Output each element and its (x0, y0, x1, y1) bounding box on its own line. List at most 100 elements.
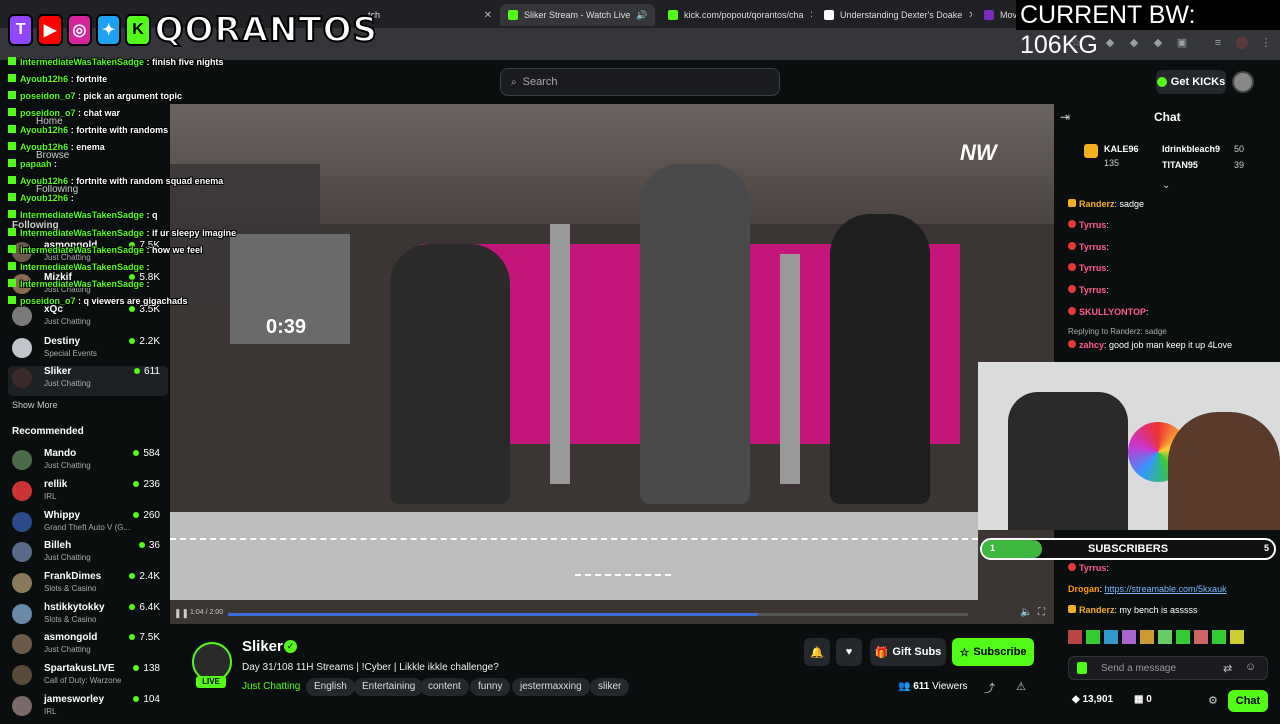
browser-tab-active[interactable]: Sliker Stream - Watch Live 🔊 ✕ (500, 4, 655, 26)
sidebar-item-rellik[interactable]: rellik IRL 236 (8, 479, 168, 509)
sidebar-item-sliker[interactable]: Sliker Just Chatting 611 (8, 366, 168, 396)
instagram-icon: ◎ (66, 14, 92, 46)
sub-goal-label: SUBSCRIBERS (1088, 543, 1169, 555)
subscribe-button[interactable]: ☆ Subscribe (952, 638, 1034, 666)
chat-input[interactable]: Send a message ⇄ ☺ (1068, 656, 1268, 680)
page-favicon-icon (984, 10, 994, 20)
channel-points[interactable]: ◆ 13,901 (1072, 694, 1113, 705)
viewer-count: 236 (133, 479, 160, 490)
tag-chip[interactable]: English (306, 678, 355, 696)
report-icon[interactable]: ⚠ (1016, 680, 1026, 693)
social-handle-overlay: T ▶ ◎ ✦ K QORANTOS (8, 8, 378, 52)
follow-button[interactable]: ♥ (836, 638, 862, 666)
leader-count: 50 (1234, 144, 1245, 154)
browser-tab[interactable]: tch ✕ (360, 4, 500, 26)
reply-context: Replying to Randerz: sadge (1068, 327, 1167, 336)
tag-chip[interactable]: sliker (590, 678, 630, 696)
close-icon[interactable]: ✕ (484, 10, 492, 21)
kick-favicon-icon (668, 10, 678, 20)
emote-row (1068, 630, 1268, 648)
sidebar-item-frankdimes[interactable]: FrankDimes Slots & Casino 2.4K (8, 571, 168, 601)
send-chat-button[interactable]: Chat (1228, 690, 1268, 712)
extension-icon[interactable]: ◆ (1128, 37, 1140, 49)
emote-icon[interactable] (1122, 630, 1136, 644)
fullscreen-icon[interactable]: ⛶ (1038, 607, 1045, 618)
collapse-chat-icon[interactable]: ⇥ (1060, 110, 1070, 124)
viewer-count: 2.4K (129, 571, 160, 582)
extension-icon[interactable]: ◆ (1104, 37, 1116, 49)
tag-chip[interactable]: funny (470, 678, 511, 696)
profile-icon[interactable] (1236, 37, 1248, 49)
sidebar-item-asmongold[interactable]: asmongold Just Chatting 7.5K (8, 632, 168, 662)
stream-title: Day 31/108 11H Streams | !Cyber | Likkle… (242, 662, 499, 673)
browser-tab[interactable]: kick.com/popout/qorantos/cha ✕ (660, 4, 812, 26)
browser-tab[interactable]: Mov (976, 4, 1016, 26)
sidebar-item-destiny[interactable]: Destiny Special Events 2.2K (8, 336, 168, 366)
volume-icon[interactable]: 🔈 (1020, 607, 1032, 618)
avatar (12, 634, 32, 654)
close-icon[interactable]: ✕ (653, 10, 655, 21)
viewer-count: 138 (133, 663, 160, 674)
gift-count[interactable]: ▦ 0 (1134, 694, 1152, 705)
menu-dots-icon[interactable]: ⋮ (1260, 37, 1272, 49)
sidebar-item-xqc[interactable]: xQc Just Chatting 3.5K (8, 304, 168, 334)
sidebar-item-whippy[interactable]: Whippy Grand Theft Auto V (G... 260 (8, 510, 168, 540)
chat-link[interactable]: https://streamable.com/5kxauk (1105, 584, 1227, 594)
webcam-person (1168, 412, 1280, 530)
gift-icon: 🎁 (874, 646, 889, 659)
play-pause-icon[interactable]: ❚❚ (174, 608, 189, 619)
channel-name: asmongold (44, 632, 98, 643)
media-icon[interactable]: ≡ (1212, 37, 1224, 49)
notification-button[interactable]: 🔔 (804, 638, 830, 666)
emote-icon[interactable] (1140, 630, 1154, 644)
emote-icon[interactable] (1086, 630, 1100, 644)
sidebar-item-spartakuslive[interactable]: SpartakusLIVE Call of Duty: Warzone 138 (8, 663, 168, 693)
chat-message: SKULLYONTOP: (1068, 307, 1149, 317)
translate-icon[interactable]: ⇄ (1223, 662, 1232, 675)
chat-title: Chat (1154, 110, 1181, 124)
viewer-count: 6.4K (129, 602, 160, 613)
tab-title: Sliker Stream - Watch Live (524, 10, 631, 20)
sidebar-item-mando[interactable]: Mando Just Chatting 584 (8, 448, 168, 478)
overlay-chat-line: IntermediateWasTakenSadge : if ur sleepy… (8, 228, 236, 238)
emote-icon[interactable] (1194, 630, 1208, 644)
emote-icon[interactable] (1176, 630, 1190, 644)
browser-tab[interactable]: Understanding Dexter's Doake ✕ (816, 4, 972, 26)
share-icon[interactable]: ⤴ (984, 680, 995, 696)
emote-icon[interactable] (1068, 630, 1082, 644)
channel-category: Just Chatting (44, 461, 91, 470)
puzzle-icon[interactable]: ▣ (1176, 37, 1188, 49)
avatar (12, 665, 32, 685)
sidebar-item-hstikkytokky[interactable]: hstikkytokky Slots & Casino 6.4K (8, 602, 168, 632)
overlay-chat-line: poseidon_o7 : chat war (8, 108, 120, 118)
streamer-name[interactable]: Sliker (242, 638, 283, 655)
user-avatar[interactable] (1232, 71, 1254, 93)
close-icon[interactable]: ✕ (968, 10, 972, 21)
get-kicks-button[interactable]: Get KICKs (1156, 70, 1226, 94)
emote-icon[interactable] (1230, 630, 1244, 644)
settings-icon[interactable]: ⚙ (1208, 694, 1218, 707)
get-kicks-label: Get KICKs (1170, 76, 1226, 88)
sub-goal-bar: 1 SUBSCRIBERS 5 (980, 538, 1276, 560)
emote-picker-icon[interactable]: ☺ (1245, 661, 1256, 673)
close-icon[interactable]: ✕ (810, 10, 812, 21)
channel-name: jamesworley (44, 694, 105, 705)
sidebar-item-billeh[interactable]: Billeh Just Chatting 36 (8, 540, 168, 570)
show-more-link[interactable]: Show More (12, 400, 58, 410)
channel-category: Slots & Casino (44, 584, 97, 593)
emote-icon[interactable] (1212, 630, 1226, 644)
extension-icon[interactable]: ◆ (1152, 37, 1164, 49)
tag-chip[interactable]: Entertaining (354, 678, 424, 696)
tag-chip[interactable]: jestermaxxing (512, 678, 590, 696)
search-input[interactable]: ⌕ Search (500, 68, 780, 96)
category-link[interactable]: Just Chatting (242, 681, 300, 692)
speaker-icon[interactable]: 🔊 (636, 10, 647, 21)
emote-icon[interactable] (1158, 630, 1172, 644)
emote-icon[interactable] (1104, 630, 1118, 644)
twitter-icon: ✦ (95, 14, 122, 46)
search-icon: ⌕ (511, 76, 517, 88)
gift-subs-button[interactable]: 🎁 Gift Subs (870, 638, 946, 666)
expand-leaderboard-icon[interactable]: ⌄ (1162, 180, 1170, 191)
channel-name: Whippy (44, 510, 81, 521)
tag-chip[interactable]: content (420, 678, 469, 696)
